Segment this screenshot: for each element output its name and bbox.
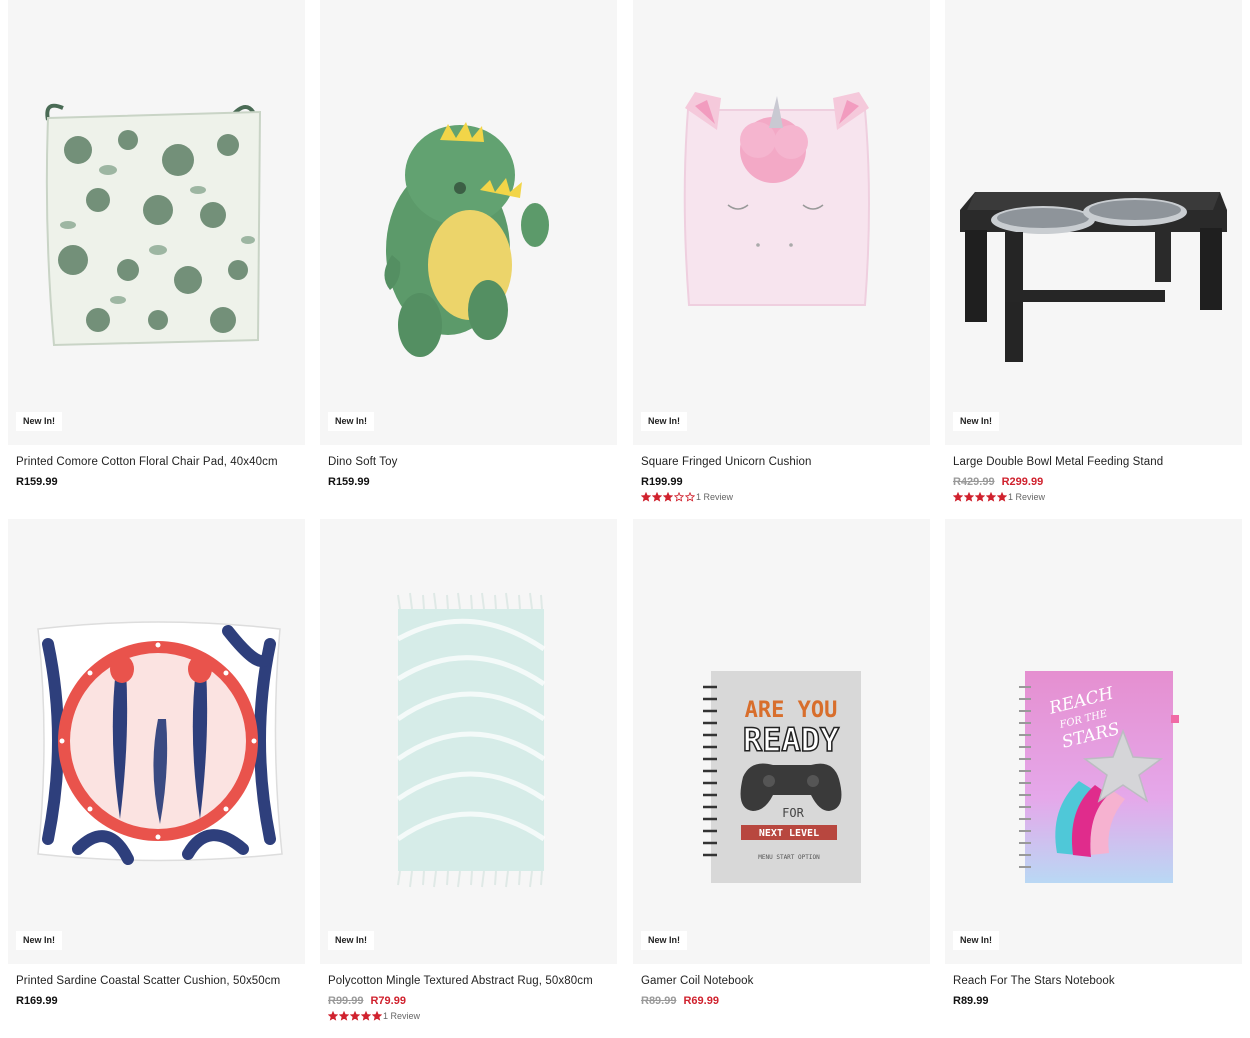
dino-plush-image bbox=[384, 122, 549, 357]
notebook-text-line3: FOR bbox=[782, 806, 804, 820]
product-name[interactable]: Large Double Bowl Metal Feeding Stand bbox=[953, 455, 1234, 469]
gamer-notebook-image: ARE YOU READY FOR NEXT LEVEL MENU START … bbox=[703, 671, 861, 883]
product-card[interactable]: New In! Printed Comore Cotton Floral Cha… bbox=[8, 0, 305, 489]
product-name[interactable]: Square Fringed Unicorn Cushion bbox=[641, 455, 922, 469]
product-image[interactable]: ARE YOU READY FOR NEXT LEVEL MENU START … bbox=[633, 519, 930, 964]
notebook-text-line1: ARE YOU bbox=[745, 698, 838, 723]
new-in-badge: New In! bbox=[328, 931, 375, 950]
sardine-cushion-image bbox=[37, 621, 283, 865]
product-image[interactable]: New In! bbox=[8, 0, 305, 445]
product-name[interactable]: Polycotton Mingle Textured Abstract Rug,… bbox=[328, 974, 609, 988]
product-image[interactable]: REACH FOR THE STARS New In! bbox=[945, 519, 1242, 964]
star-filled-icon bbox=[663, 492, 673, 502]
star-empty-icon bbox=[685, 492, 695, 502]
notebook-text-line2: READY bbox=[743, 721, 840, 759]
star-filled-icon bbox=[964, 492, 974, 502]
star-filled-icon bbox=[361, 1011, 371, 1021]
rating-stars bbox=[953, 492, 1007, 502]
new-in-badge: New In! bbox=[953, 412, 1000, 431]
product-price: R89.99 bbox=[953, 995, 989, 1007]
new-in-badge: New In! bbox=[16, 412, 63, 431]
product-image[interactable]: New In! bbox=[945, 0, 1242, 445]
product-name[interactable]: Dino Soft Toy bbox=[328, 455, 609, 469]
product-card[interactable]: New In! Dino Soft Toy R159.99 bbox=[320, 0, 617, 489]
stars-notebook-image: REACH FOR THE STARS bbox=[1019, 671, 1179, 883]
original-price: R429.99 bbox=[953, 476, 995, 488]
product-name[interactable]: Reach For The Stars Notebook bbox=[953, 974, 1234, 988]
star-empty-icon bbox=[674, 492, 684, 502]
star-filled-icon bbox=[328, 1011, 338, 1021]
sale-price: R299.99 bbox=[1001, 476, 1044, 488]
product-card[interactable]: ARE YOU READY FOR NEXT LEVEL MENU START … bbox=[633, 519, 930, 1008]
product-price: R159.99 bbox=[328, 476, 370, 488]
product-card[interactable]: New In! Printed Sardine Coastal Scatter … bbox=[8, 519, 305, 1008]
review-count-link[interactable]: 1 Review bbox=[696, 492, 733, 502]
product-name[interactable]: Gamer Coil Notebook bbox=[641, 974, 922, 988]
textured-rug-image bbox=[396, 592, 546, 888]
new-in-badge: New In! bbox=[953, 931, 1000, 950]
product-rating: 1 Review bbox=[641, 490, 922, 504]
product-card[interactable]: REACH FOR THE STARS New In! Reach For Th… bbox=[945, 519, 1242, 1008]
star-filled-icon bbox=[372, 1011, 382, 1021]
unicorn-cushion-image bbox=[683, 92, 870, 306]
product-price: R169.99 bbox=[16, 995, 58, 1007]
rating-stars bbox=[328, 1011, 382, 1021]
product-rating: 1 Review bbox=[328, 1009, 609, 1023]
feeding-stand-image bbox=[960, 192, 1227, 362]
product-card[interactable]: New In! Square Fringed Unicorn Cushion R… bbox=[633, 0, 930, 504]
product-image[interactable]: New In! bbox=[8, 519, 305, 964]
star-filled-icon bbox=[641, 492, 651, 502]
sale-price: R79.99 bbox=[370, 995, 406, 1007]
star-filled-icon bbox=[953, 492, 963, 502]
new-in-badge: New In! bbox=[641, 412, 688, 431]
star-filled-icon bbox=[339, 1011, 349, 1021]
floral-chair-pad-image bbox=[45, 103, 262, 347]
notebook-text-line5: MENU START OPTION bbox=[758, 854, 820, 861]
review-count-link[interactable]: 1 Review bbox=[1008, 492, 1045, 502]
new-in-badge: New In! bbox=[328, 412, 375, 431]
notebook-text-line4: NEXT LEVEL bbox=[759, 828, 819, 839]
product-name[interactable]: Printed Sardine Coastal Scatter Cushion,… bbox=[16, 974, 297, 988]
new-in-badge: New In! bbox=[16, 931, 63, 950]
new-in-badge: New In! bbox=[641, 931, 688, 950]
star-filled-icon bbox=[652, 492, 662, 502]
product-card[interactable]: New In! Polycotton Mingle Textured Abstr… bbox=[320, 519, 617, 1023]
sale-price: R69.99 bbox=[683, 995, 719, 1007]
product-rating: 1 Review bbox=[953, 490, 1234, 504]
product-image[interactable]: New In! bbox=[320, 0, 617, 445]
star-filled-icon bbox=[986, 492, 996, 502]
star-filled-icon bbox=[997, 492, 1007, 502]
product-image[interactable]: New In! bbox=[320, 519, 617, 964]
star-filled-icon bbox=[350, 1011, 360, 1021]
review-count-link[interactable]: 1 Review bbox=[383, 1011, 420, 1021]
product-card[interactable]: New In! Large Double Bowl Metal Feeding … bbox=[945, 0, 1242, 504]
product-name[interactable]: Printed Comore Cotton Floral Chair Pad, … bbox=[16, 455, 297, 469]
product-price: R199.99 bbox=[641, 476, 683, 488]
product-image[interactable]: New In! bbox=[633, 0, 930, 445]
rating-stars bbox=[641, 492, 695, 502]
original-price: R89.99 bbox=[641, 995, 677, 1007]
original-price: R99.99 bbox=[328, 995, 364, 1007]
star-filled-icon bbox=[975, 492, 985, 502]
product-price: R159.99 bbox=[16, 476, 58, 488]
